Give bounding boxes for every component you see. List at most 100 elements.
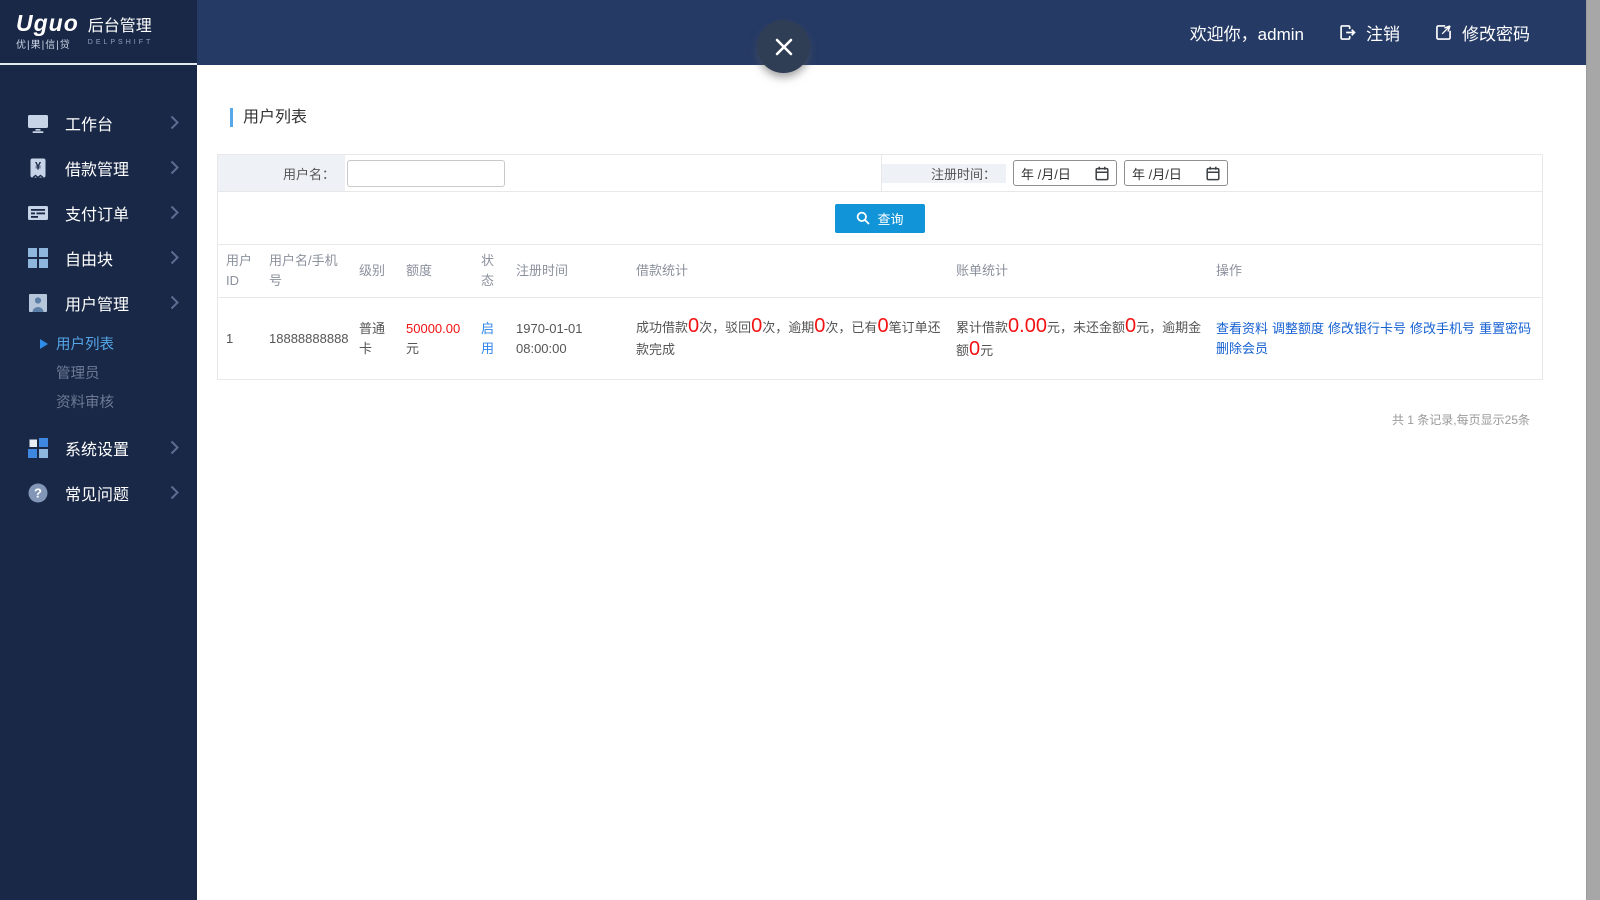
logout-label: 注销 — [1366, 25, 1400, 44]
sidebar-item-label: 自由块 — [65, 251, 114, 269]
table-row: 1 18888888888 普通卡 50000.00 元 启用 1970-01-… — [218, 298, 1542, 379]
submenu-item-administrators[interactable]: 管理员 — [0, 358, 197, 387]
chevron-right-icon — [170, 440, 179, 455]
date-value: 年 /月/日 — [1132, 166, 1182, 182]
col-bill-stats: 账单统计 — [956, 263, 1009, 278]
search-icon — [856, 211, 871, 225]
action-delete-member[interactable]: 删除会员 — [1216, 341, 1268, 356]
sidebar-item-payment-orders[interactable]: 支付订单 — [0, 190, 197, 235]
sidebar-item-faq[interactable]: ? 常见问题 — [0, 470, 197, 515]
top-header: 欢迎你，admin 注销 修改密码 — [197, 0, 1586, 65]
sidebar-item-workbench[interactable]: 工作台 — [0, 100, 197, 145]
username-label: 用户名： — [218, 155, 345, 191]
submenu-item-user-list[interactable]: 用户列表 — [0, 329, 197, 358]
query-button-label: 查询 — [877, 211, 904, 227]
sidebar-item-label: 常见问题 — [65, 486, 130, 504]
monitor-icon — [26, 111, 50, 135]
app-subtitle: DELPSHIFT — [87, 38, 154, 46]
submenu-item-label: 用户列表 — [56, 337, 114, 353]
col-quota: 额度 — [406, 263, 433, 278]
query-row: 查询 — [218, 192, 1542, 245]
action-edit-bank-card[interactable]: 修改银行卡号 — [1328, 321, 1406, 336]
action-view-profile[interactable]: 查看资料 — [1216, 321, 1268, 336]
vertical-scrollbar[interactable] — [1586, 0, 1600, 900]
chevron-right-icon — [170, 485, 179, 500]
submenu-item-label: 资料审核 — [56, 395, 114, 411]
action-edit-phone[interactable]: 修改手机号 — [1410, 321, 1475, 336]
submenu-item-label: 管理员 — [56, 366, 100, 382]
chevron-right-icon — [170, 250, 179, 265]
regtime-label: 注册时间： — [882, 163, 1006, 183]
sidebar-item-label: 系统设置 — [65, 441, 130, 459]
app-title: 后台管理 — [87, 17, 152, 35]
action-adjust-quota[interactable]: 调整额度 — [1272, 321, 1324, 336]
active-arrow-icon — [40, 338, 48, 349]
cell-username-phone: 18888888888 — [269, 330, 349, 346]
col-actions: 操作 — [1216, 263, 1243, 278]
grid-icon — [26, 246, 50, 270]
cell-actions: 查看资料 调整额度 修改银行卡号 修改手机号 重置密码删除会员 — [1208, 313, 1542, 365]
brand-tagline: 优|果|信|贷 — [16, 40, 71, 51]
quota-amount: 50000.00 — [406, 320, 461, 336]
query-button[interactable]: 查询 — [835, 203, 925, 233]
close-overlay-button[interactable] — [757, 20, 810, 73]
sidebar-item-label: 工作台 — [65, 116, 114, 134]
filter-bar: 用户名： 注册时间： 年 /月/日 年 /月/日 — [218, 155, 1542, 192]
welcome-text: 欢迎你，admin — [1189, 25, 1304, 44]
sidebar-item-label: 用户管理 — [65, 296, 130, 314]
logout-icon — [1337, 22, 1358, 43]
change-password-button[interactable]: 修改密码 — [1433, 20, 1530, 45]
chevron-right-icon — [170, 160, 179, 175]
chevron-right-icon — [170, 115, 179, 130]
table-header: 用户ID 用户名/手机号 级别 额度 状态 注册时间 借款统计 账单统计 操作 — [218, 245, 1542, 298]
cell-level: 普通卡 — [359, 320, 386, 356]
cell-loan-stats: 成功借款0次，驳回0次，逾期0次，已有0笔订单还款完成 — [636, 315, 941, 357]
chevron-right-icon — [170, 295, 179, 310]
user-icon — [26, 291, 50, 315]
close-icon — [773, 36, 795, 58]
col-username-phone: 用户名/手机号 — [269, 253, 338, 288]
wallet-yen-icon: ¥ — [26, 156, 50, 180]
col-level: 级别 — [359, 263, 386, 278]
cell-quota: 50000.00 元 — [398, 313, 473, 365]
sidebar-item-free-blocks[interactable]: 自由块 — [0, 235, 197, 280]
cell-user-id: 1 — [226, 330, 234, 346]
submenu-item-data-review[interactable]: 资料审核 — [0, 387, 197, 416]
sidebar-item-label: 借款管理 — [65, 161, 130, 179]
sidebar-item-system-settings[interactable]: 系统设置 — [0, 425, 197, 470]
grid-settings-icon — [26, 436, 50, 460]
calendar-icon — [1206, 166, 1220, 181]
chevron-right-icon — [170, 205, 179, 220]
sidebar: Uguo 优|果|信|贷 后台管理 DELPSHIFT 工作台 ¥ 借款管理 支… — [0, 0, 197, 900]
calendar-icon — [1095, 166, 1109, 181]
user-list-panel: 用户名： 注册时间： 年 /月/日 年 /月/日 查询 用户ID 用户名/手机号… — [217, 154, 1543, 380]
quota-unit: 元 — [406, 340, 420, 356]
svg-text:?: ? — [34, 485, 42, 500]
regtime-start-date-input[interactable]: 年 /月/日 — [1013, 160, 1117, 186]
username-input[interactable] — [347, 159, 505, 187]
cell-reg-time: 1970-01-01 08:00:00 — [516, 320, 583, 356]
app-logo: Uguo 优|果|信|贷 后台管理 DELPSHIFT — [0, 0, 197, 65]
sidebar-item-loan-management[interactable]: ¥ 借款管理 — [0, 145, 197, 190]
date-value: 年 /月/日 — [1021, 166, 1071, 182]
col-loan-stats: 借款统计 — [636, 263, 689, 278]
sidebar-item-user-management[interactable]: 用户管理 — [0, 280, 197, 325]
change-password-label: 修改密码 — [1462, 25, 1530, 44]
record-summary: 共 1 条记录,每页显示25条 — [1391, 413, 1530, 427]
regtime-end-date-input[interactable]: 年 /月/日 — [1124, 160, 1228, 186]
brand-name: Uguo — [16, 10, 79, 36]
logout-button[interactable]: 注销 — [1337, 20, 1400, 45]
card-list-icon — [26, 201, 50, 225]
edit-icon — [1433, 22, 1454, 43]
page-title: 用户列表 — [230, 108, 1586, 127]
user-management-submenu: 用户列表 管理员 资料审核 — [0, 325, 197, 422]
col-user-id: 用户ID — [226, 253, 253, 288]
svg-text:¥: ¥ — [35, 160, 42, 172]
cell-status: 启用 — [481, 320, 495, 356]
question-circle-icon: ? — [26, 481, 50, 505]
sidebar-menu: 工作台 ¥ 借款管理 支付订单 自由块 用户管理 用户列表 管理员 资料审核 系… — [0, 65, 197, 515]
cell-bill-stats: 累计借款0.00元，未还金额0元，逾期金额0元 — [956, 314, 1202, 360]
col-reg-time: 注册时间 — [516, 263, 569, 278]
action-reset-password[interactable]: 重置密码 — [1479, 321, 1531, 336]
sidebar-item-label: 支付订单 — [65, 206, 130, 224]
